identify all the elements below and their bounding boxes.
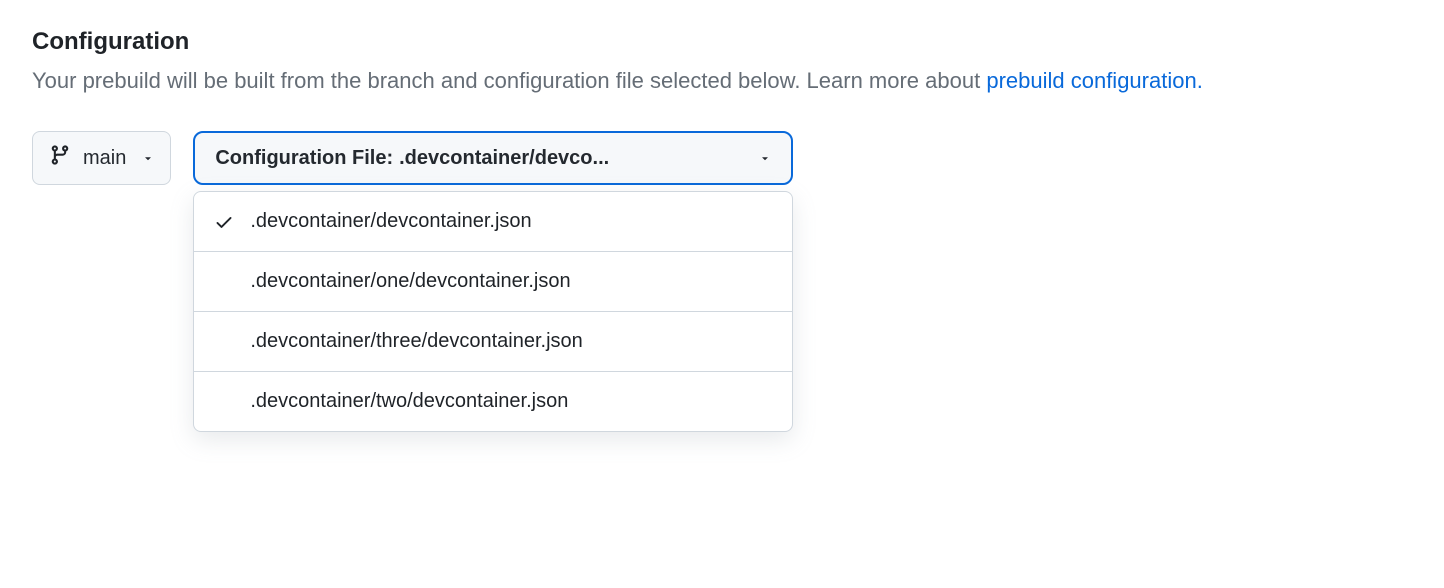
check-icon	[214, 212, 234, 232]
config-file-selected-value: .devcontainer/devco...	[399, 147, 749, 170]
config-file-option-label: .devcontainer/two/devcontainer.json	[250, 390, 568, 413]
branch-picker-button[interactable]: main	[32, 131, 171, 185]
config-file-option-label: .devcontainer/devcontainer.json	[250, 210, 531, 233]
prebuild-config-link[interactable]: prebuild configuration.	[986, 68, 1202, 93]
config-file-wrapper: Configuration File: .devcontainer/devco.…	[193, 131, 793, 185]
config-file-option[interactable]: .devcontainer/three/devcontainer.json	[194, 312, 792, 372]
controls-row: main Configuration File: .devcontainer/d…	[32, 131, 1412, 185]
description-text: Your prebuild will be built from the bra…	[32, 68, 986, 93]
config-file-option[interactable]: .devcontainer/devcontainer.json	[194, 192, 792, 252]
section-description: Your prebuild will be built from the bra…	[32, 64, 1412, 97]
branch-name-label: main	[83, 147, 126, 170]
config-file-option-label: .devcontainer/three/devcontainer.json	[250, 330, 582, 353]
config-file-option[interactable]: .devcontainer/two/devcontainer.json	[194, 372, 792, 431]
config-file-dropdown-button[interactable]: Configuration File: .devcontainer/devco.…	[193, 131, 793, 185]
config-file-option-label: .devcontainer/one/devcontainer.json	[250, 270, 570, 293]
config-file-label-prefix: Configuration File:	[215, 147, 393, 170]
chevron-down-icon	[142, 147, 154, 170]
chevron-down-icon	[759, 147, 771, 170]
config-file-dropdown-menu: .devcontainer/devcontainer.json .devconta…	[193, 191, 793, 432]
git-branch-icon	[49, 144, 71, 172]
config-file-option[interactable]: .devcontainer/one/devcontainer.json	[194, 252, 792, 312]
section-heading: Configuration	[32, 28, 1412, 56]
